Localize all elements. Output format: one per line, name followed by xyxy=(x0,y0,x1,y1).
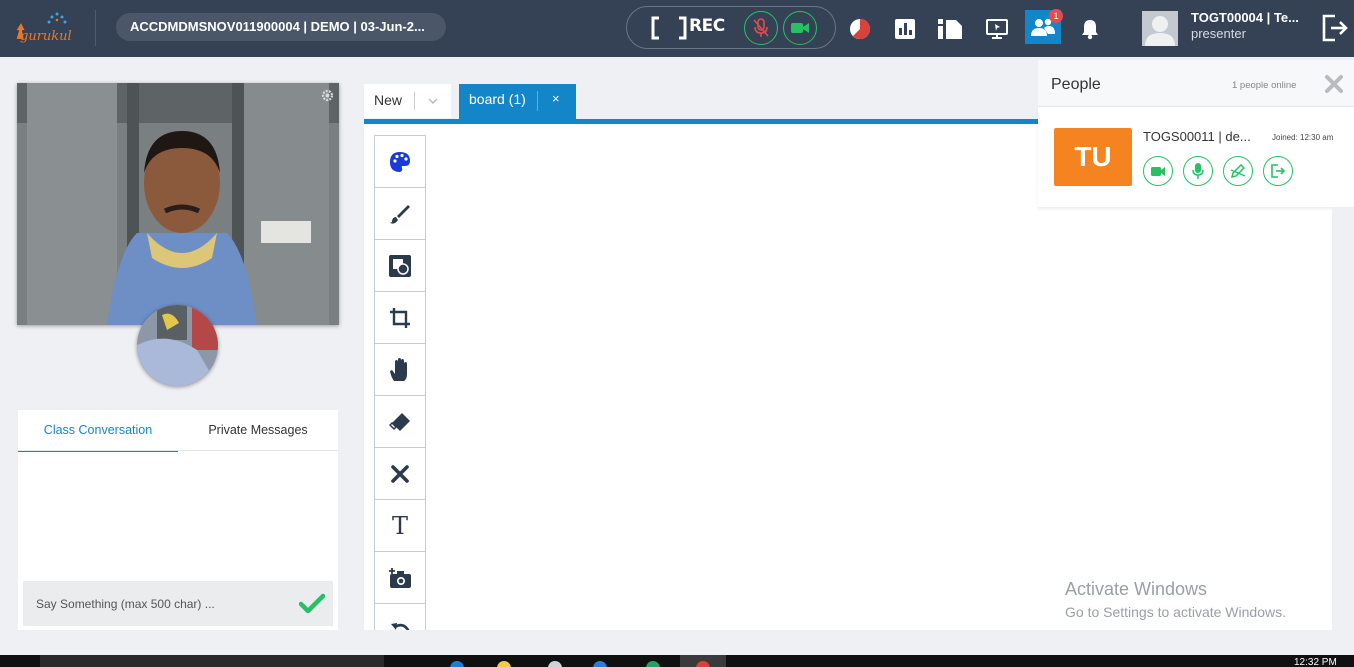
presenter-video-feed xyxy=(17,83,339,325)
crop-icon xyxy=(390,307,410,328)
tool-eraser-button[interactable] xyxy=(375,396,425,448)
info-panel-icon[interactable] xyxy=(935,14,965,44)
undo-icon xyxy=(391,622,410,630)
participant-video-thumbnail[interactable] xyxy=(137,305,218,386)
rec-label[interactable]: REC xyxy=(689,16,725,36)
tool-palette-button[interactable] xyxy=(375,136,425,188)
tab-new-divider xyxy=(414,92,415,110)
people-panel-gutter xyxy=(1332,207,1354,630)
people-online-count: 1 people online xyxy=(1232,80,1297,91)
header-divider xyxy=(95,10,96,46)
chat-panel: Class Conversation Private Messages xyxy=(18,410,338,630)
tab-private-messages[interactable]: Private Messages xyxy=(178,410,338,452)
people-count-badge: 1 xyxy=(1049,9,1063,23)
activate-windows-title: Activate Windows xyxy=(1065,579,1208,599)
mic-off-icon xyxy=(753,18,769,37)
user-silhouette-icon xyxy=(1142,11,1178,46)
video-camera-icon xyxy=(1151,166,1165,176)
timer-pie-graphic xyxy=(850,18,871,39)
participant-avatar: TU xyxy=(1054,128,1132,186)
user-avatar[interactable] xyxy=(1142,11,1178,46)
video-camera-icon xyxy=(791,23,809,33)
taskbar-folder-icon[interactable] xyxy=(497,661,511,667)
tool-clear-button[interactable] xyxy=(375,448,425,500)
microphone-icon xyxy=(1192,163,1204,179)
tool-shapes-button[interactable] xyxy=(375,240,425,292)
top-bar: gurukul ACCDMDMSNOV011900004 | DEMO | 03… xyxy=(0,0,1354,57)
taskbar-word-icon[interactable] xyxy=(593,661,607,667)
participant-video-button[interactable] xyxy=(1143,156,1173,186)
clear-x-icon xyxy=(391,464,409,483)
palette-icon xyxy=(390,151,410,172)
taskbar-app-icon[interactable] xyxy=(548,661,562,667)
taskbar-excel-icon[interactable] xyxy=(646,661,660,667)
people-panel-title: People xyxy=(1051,76,1101,93)
tool-pan-button[interactable] xyxy=(375,344,425,396)
bell-graphic xyxy=(1082,20,1098,40)
text-icon: T xyxy=(391,511,408,540)
screen-share-icon[interactable] xyxy=(982,14,1012,44)
taskbar-clock: 12:32 PM xyxy=(1294,657,1337,667)
close-tab-icon[interactable]: × xyxy=(552,84,560,114)
os-taskbar: 12:32 PM xyxy=(0,655,1354,667)
chevron-down-icon[interactable] xyxy=(427,96,439,106)
logo-text: gurukul xyxy=(20,29,72,44)
poll-chart-graphic xyxy=(895,19,915,39)
participant-mic-button[interactable] xyxy=(1183,156,1213,186)
screen-record-icon[interactable] xyxy=(651,16,687,40)
screen-share-graphic xyxy=(986,19,1008,39)
taskbar-edge-icon[interactable] xyxy=(450,661,464,667)
whiteboard-toolbar: T xyxy=(374,135,426,630)
participant-remove-button[interactable] xyxy=(1263,156,1293,186)
pen-off-icon xyxy=(1230,164,1246,178)
tab-board-divider xyxy=(537,91,538,111)
tab-board-label: board (1) xyxy=(469,91,526,107)
bell-icon[interactable] xyxy=(1075,14,1105,44)
participant-draw-permission-button[interactable] xyxy=(1223,156,1253,186)
presenter-video-frame xyxy=(17,83,339,325)
whiteboard-canvas[interactable] xyxy=(364,124,1039,630)
participant-joined-time: Joined: 12:30 am xyxy=(1272,133,1334,142)
tool-crop-button[interactable] xyxy=(375,292,425,344)
session-title[interactable]: ACCDMDMSNOV011900004 | DEMO | 03-Jun-2..… xyxy=(116,13,446,41)
tool-brush-button[interactable] xyxy=(375,188,425,240)
tab-class-conversation[interactable]: Class Conversation xyxy=(18,410,178,452)
info-panel-graphic xyxy=(938,19,962,39)
tool-add-image-button[interactable] xyxy=(375,552,425,604)
chat-message-input[interactable] xyxy=(23,581,293,626)
mic-toggle-button[interactable] xyxy=(744,11,778,45)
tool-text-button[interactable]: T xyxy=(375,500,425,552)
taskbar-search-box[interactable] xyxy=(40,655,384,667)
hand-pan-icon xyxy=(390,357,407,381)
send-check-icon[interactable] xyxy=(299,592,325,614)
brush-icon xyxy=(390,204,410,224)
taskbar-active-app[interactable] xyxy=(680,655,726,667)
user-name[interactable]: TOGT00004 | Te... xyxy=(1191,10,1299,25)
shapes-icon xyxy=(389,254,411,277)
timer-pie-icon[interactable] xyxy=(845,14,875,44)
logout-icon[interactable] xyxy=(1321,13,1349,43)
logo-dots-graphic xyxy=(47,12,67,24)
user-role: presenter xyxy=(1191,26,1246,41)
chat-input-box xyxy=(23,581,333,626)
participant-thumbnail-frame xyxy=(137,305,218,386)
taskbar-chrome-icon xyxy=(696,661,710,667)
poll-chart-icon[interactable] xyxy=(890,14,920,44)
tab-new[interactable]: New xyxy=(364,84,451,118)
video-settings-gear-icon[interactable] xyxy=(321,89,334,102)
tab-new-label: New xyxy=(374,92,403,108)
tool-undo-button[interactable] xyxy=(375,604,425,630)
eraser-icon xyxy=(389,412,410,431)
add-image-icon xyxy=(389,567,411,588)
tab-board[interactable]: board (1) × xyxy=(459,84,576,120)
chat-tab-divider xyxy=(18,450,338,451)
board-tabs: New board (1) × xyxy=(364,84,1039,120)
participant-name: TOGS00011 | de... xyxy=(1143,129,1251,144)
media-controls: REC xyxy=(626,6,836,49)
close-people-panel-icon[interactable] xyxy=(1324,74,1344,94)
exit-icon xyxy=(1271,164,1286,178)
activate-windows-subtitle: Go to Settings to activate Windows. xyxy=(1065,604,1286,620)
camera-toggle-button[interactable] xyxy=(783,11,817,45)
